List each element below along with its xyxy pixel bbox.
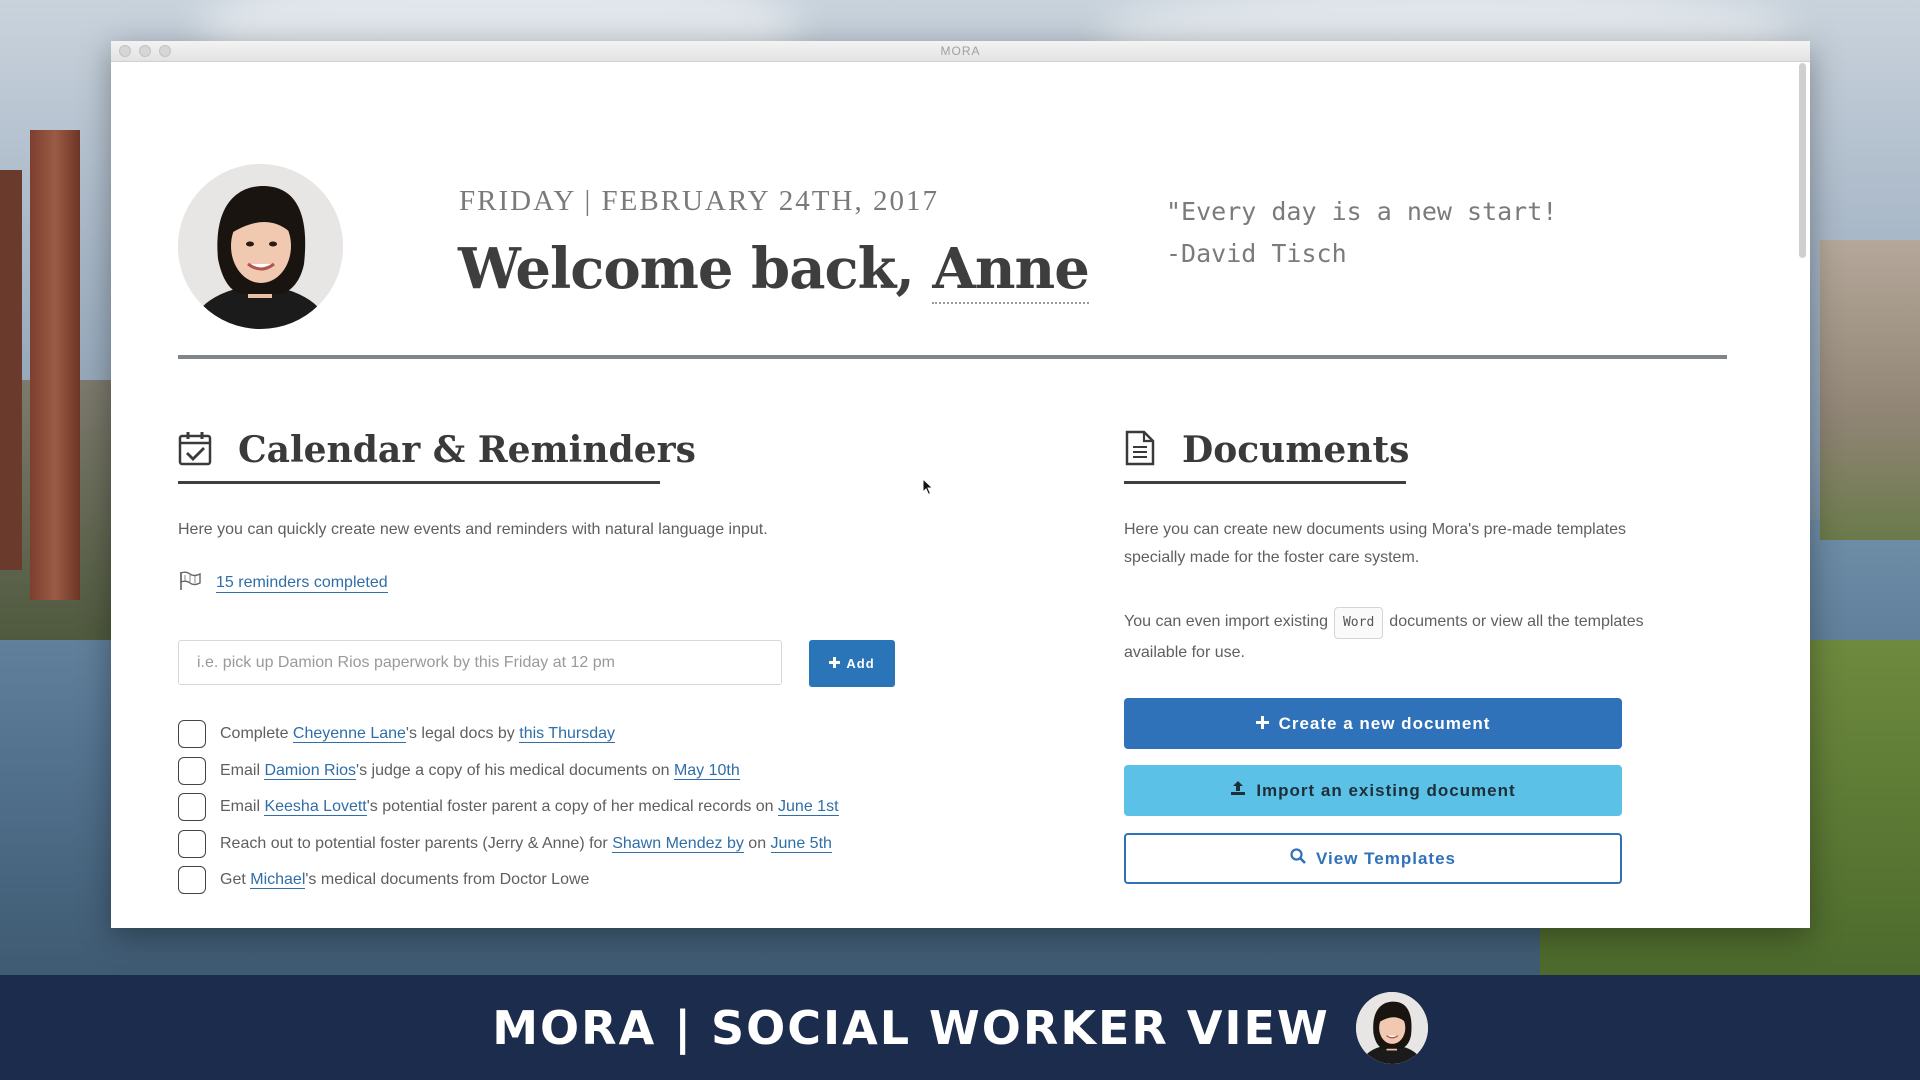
user-avatar[interactable] [178,164,343,329]
reminder-text-segment: Reach out to potential foster parents (J… [220,834,613,852]
footer-title: MORA | SOCIAL WORKER VIEW [492,1000,1330,1055]
quote-text: "Every day is a new start! [1166,197,1558,226]
app-window: MORA FRIDAY | FEBRUARY 24TH, 2017 Welcom… [111,41,1810,928]
documents-description: Here you can create new documents using … [1124,521,1626,566]
reminder-checkbox[interactable] [178,866,206,895]
reminder-text-segment: Get [220,871,251,889]
documents-heading: Documents [1182,429,1410,471]
calendar-section-header: Calendar & Reminders [178,429,696,471]
reminder-item: Get Michael's medical documents from Doc… [178,862,839,899]
import-text-before: You can even import existing [1124,613,1328,630]
header-divider [178,355,1727,359]
reminder-checkbox[interactable] [178,829,206,858]
plus-icon [1255,714,1269,734]
reminder-text-segment: Email [220,761,265,779]
reminders-completed-link[interactable]: 15 reminders completed [216,574,388,593]
add-reminder-button[interactable]: Add [809,640,895,687]
reminder-entity-link[interactable]: June 1st [778,798,839,817]
reminder-text-segment: 's legal docs by [405,725,520,743]
flag-icon [178,571,202,596]
reminder-item: Reach out to potential foster parents (J… [178,826,839,863]
documents-heading-rule [1124,481,1406,484]
view-templates-label: View Templates [1316,848,1456,868]
reminder-entity-link[interactable]: Michael [250,871,306,890]
reminder-entity-link[interactable]: May 10th [673,761,740,780]
document-icon [1124,430,1156,471]
reminder-entity-link[interactable]: Shawn Mendez by [612,834,744,853]
window-title: MORA [940,44,981,58]
search-icon [1290,848,1306,869]
welcome-heading: Welcome back, Anne [458,236,1090,304]
create-document-label: Create a new document [1278,713,1491,733]
reminders-completed: 15 reminders completed [178,571,388,596]
reminder-checkbox[interactable] [178,756,206,785]
reminder-list: Complete Cheyenne Lane's legal docs by t… [178,716,839,899]
upload-icon [1230,780,1246,801]
reminder-entity-link[interactable]: Damion Rios [264,761,357,780]
reminder-item: Complete Cheyenne Lane's legal docs by t… [178,716,839,753]
user-name[interactable]: Anne [932,236,1090,304]
reminder-checkbox[interactable] [178,793,206,822]
reminder-text-segment: on [743,834,771,852]
documents-section-header: Documents [1124,429,1409,471]
import-description: You can even import existing Word document… [1124,607,1644,667]
import-document-label: Import an existing document [1256,780,1516,800]
reminder-text-segment: 's judge a copy of his medical documents… [356,761,674,779]
window-titlebar: MORA [111,41,1810,62]
reminder-entity-link[interactable]: June 5th [770,834,832,853]
view-templates-button[interactable]: View Templates [1124,833,1622,884]
calendar-check-icon [178,430,212,471]
reminder-input[interactable] [178,640,782,685]
reminder-item: Email Damion Rios's judge a copy of his … [178,753,839,790]
footer-banner: MORA | SOCIAL WORKER VIEW [0,975,1920,1080]
reminder-text-segment: Complete [220,725,293,743]
calendar-heading-rule [178,481,660,484]
reminder-text: Complete Cheyenne Lane's legal docs by t… [220,725,615,744]
mouse-cursor-icon [922,477,934,501]
add-button-label: Add [846,656,875,671]
reminder-text-segment: Email [220,798,265,816]
import-document-button[interactable]: Import an existing document [1124,765,1622,816]
reminder-text: Email Keesha Lovett's potential foster p… [220,798,839,817]
reminder-entity-link[interactable]: Keesha Lovett [264,798,367,817]
reminder-entity-link[interactable]: Cheyenne Lane [292,725,406,744]
plus-icon [829,656,841,671]
reminder-checkbox[interactable] [178,720,206,749]
current-date: FRIDAY | FEBRUARY 24TH, 2017 [459,185,939,217]
calendar-description: Here you can quickly create new events a… [178,521,768,538]
quote-author: -David Tisch [1166,239,1347,268]
reminder-entity-link[interactable]: this Thursday [519,725,615,744]
daily-quote: "Every day is a new start! -David Tisch [1166,191,1557,275]
create-document-button[interactable]: Create a new document [1124,698,1622,749]
reminder-text: Get Michael's medical documents from Doc… [220,871,590,890]
welcome-prefix: Welcome back, [458,236,933,302]
scrollbar-thumb[interactable] [1799,63,1806,258]
reminder-text-segment: 's medical documents from Doctor Lowe [305,871,590,889]
reminder-text-segment: 's potential foster parent a copy of her… [366,798,779,816]
reminder-item: Email Keesha Lovett's potential foster p… [178,789,839,826]
word-format-chip: Word [1333,607,1384,639]
calendar-heading: Calendar & Reminders [238,429,696,471]
reminder-text: Reach out to potential foster parents (J… [220,834,832,853]
reminder-text: Email Damion Rios's judge a copy of his … [220,761,740,780]
footer-avatar [1355,991,1428,1064]
